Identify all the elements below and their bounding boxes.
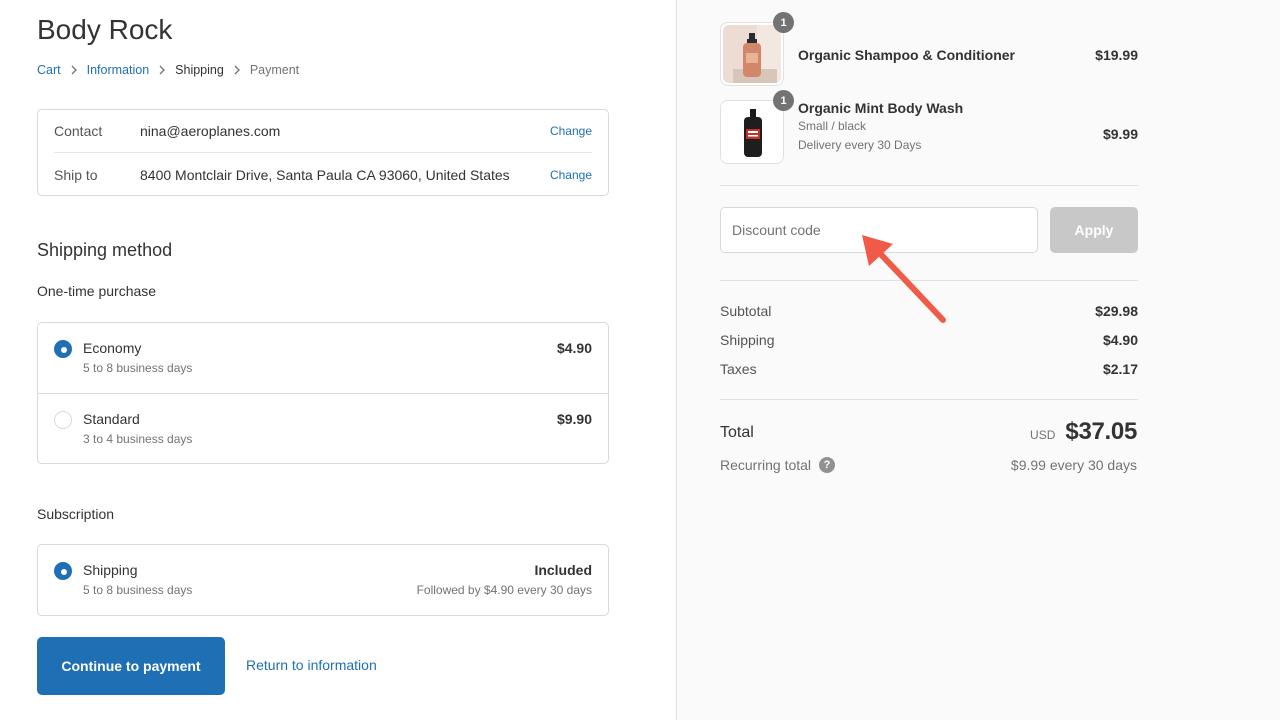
product-price: $9.99 <box>1102 126 1138 142</box>
shipping-options: Economy 5 to 8 business days $4.90 Stand… <box>37 322 609 464</box>
total-label: Total <box>720 424 754 441</box>
contact-row: Contact nina@aeroplanes.com Change <box>54 110 592 153</box>
breadcrumb-payment: Payment <box>249 63 300 77</box>
recurring-total-label: Recurring total ? <box>720 457 836 473</box>
breadcrumb-cart[interactable]: Cart <box>37 63 61 77</box>
total-value: $37.05 <box>1065 418 1137 445</box>
shipping-value: $4.90 <box>1102 332 1138 348</box>
product-thumbnail: 1 <box>720 90 794 164</box>
return-to-information-link[interactable]: Return to information <box>246 657 377 673</box>
recurring-total-text: Recurring total <box>720 457 812 473</box>
quantity-badge: 1 <box>773 90 794 111</box>
shampoo-bottle-image <box>723 25 781 83</box>
option-price: $9.90 <box>556 411 592 427</box>
contact-value: nina@aeroplanes.com <box>140 123 281 139</box>
product-row: 1 Organic Mint Body Wash Small / black D… <box>720 90 1138 166</box>
continue-to-payment-button[interactable]: Continue to payment <box>37 637 225 695</box>
chevron-right-icon <box>61 65 87 75</box>
order-summary-sidebar: 1 Organic Shampoo & Conditioner $19.99 1… <box>676 0 1280 720</box>
product-price: $19.99 <box>1095 47 1138 63</box>
breadcrumb: Cart Information Shipping Payment <box>37 63 299 77</box>
divider <box>720 399 1138 400</box>
recurring-total-value: $9.99 every 30 days <box>1010 457 1137 473</box>
change-address-link[interactable]: Change <box>550 168 592 182</box>
ship-to-row: Ship to 8400 Montclair Drive, Santa Paul… <box>54 153 592 196</box>
subscription-option-shipping[interactable]: Shipping 5 to 8 business days Included F… <box>38 545 608 615</box>
chevron-right-icon <box>224 65 250 75</box>
quantity-badge: 1 <box>773 12 794 33</box>
one-time-purchase-title: One-time purchase <box>37 283 157 299</box>
total-amount: USD $37.05 <box>1030 418 1137 446</box>
product-name: Organic Shampoo & Conditioner <box>798 47 1016 63</box>
subscription-options: Shipping 5 to 8 business days Included F… <box>37 544 609 616</box>
currency-code: USD <box>1030 428 1056 442</box>
shipping-option-economy[interactable]: Economy 5 to 8 business days $4.90 <box>38 323 608 393</box>
product-thumbnail: 1 <box>720 12 794 86</box>
body-wash-bottle-image <box>723 103 781 161</box>
option-price: Included <box>534 562 592 578</box>
product-variant: Small / black <box>798 119 867 133</box>
discount-code-input[interactable] <box>720 207 1038 253</box>
radio-standard[interactable] <box>54 411 72 429</box>
taxes-label: Taxes <box>720 361 757 377</box>
apply-discount-button[interactable]: Apply <box>1050 207 1138 253</box>
taxes-line: Taxes $2.17 <box>720 361 1138 377</box>
option-desc: 3 to 4 business days <box>83 432 193 446</box>
option-note: Followed by $4.90 every 30 days <box>416 583 592 597</box>
divider <box>720 280 1138 281</box>
ship-to-value: 8400 Montclair Drive, Santa Paula CA 930… <box>140 166 510 183</box>
help-icon[interactable]: ? <box>819 457 836 473</box>
option-desc: 5 to 8 business days <box>83 361 193 375</box>
option-desc: 5 to 8 business days <box>83 583 193 597</box>
option-name: Shipping <box>83 562 138 578</box>
shipping-method-title: Shipping method <box>37 240 173 260</box>
contact-label: Contact <box>54 123 103 139</box>
shipping-label: Shipping <box>720 332 775 348</box>
divider <box>720 185 1138 186</box>
ship-to-label: Ship to <box>54 166 98 183</box>
subtotal-value: $29.98 <box>1095 303 1138 319</box>
chevron-right-icon <box>149 65 175 75</box>
shipping-option-standard[interactable]: Standard 3 to 4 business days $9.90 <box>38 393 608 463</box>
product-delivery: Delivery every 30 Days <box>798 138 922 152</box>
review-block: Contact nina@aeroplanes.com Change Ship … <box>37 109 609 196</box>
radio-economy[interactable] <box>54 340 72 358</box>
subtotal-label: Subtotal <box>720 303 772 319</box>
breadcrumb-information[interactable]: Information <box>87 63 150 77</box>
option-price: $4.90 <box>556 340 592 356</box>
subscription-title: Subscription <box>37 506 115 522</box>
option-name: Standard <box>83 411 140 427</box>
product-name: Organic Mint Body Wash <box>798 100 964 116</box>
breadcrumb-shipping: Shipping <box>175 63 224 77</box>
product-row: 1 Organic Shampoo & Conditioner $19.99 <box>720 12 1138 88</box>
change-contact-link[interactable]: Change <box>550 124 592 138</box>
radio-subscription-shipping[interactable] <box>54 562 72 580</box>
option-name: Economy <box>83 340 142 356</box>
checkout-main: Body Rock Cart Information Shipping Paym… <box>0 0 676 720</box>
taxes-value: $2.17 <box>1102 361 1138 377</box>
subtotal-line: Subtotal $29.98 <box>720 303 1138 319</box>
store-name[interactable]: Body Rock <box>37 14 172 46</box>
shipping-line: Shipping $4.90 <box>720 332 1138 348</box>
